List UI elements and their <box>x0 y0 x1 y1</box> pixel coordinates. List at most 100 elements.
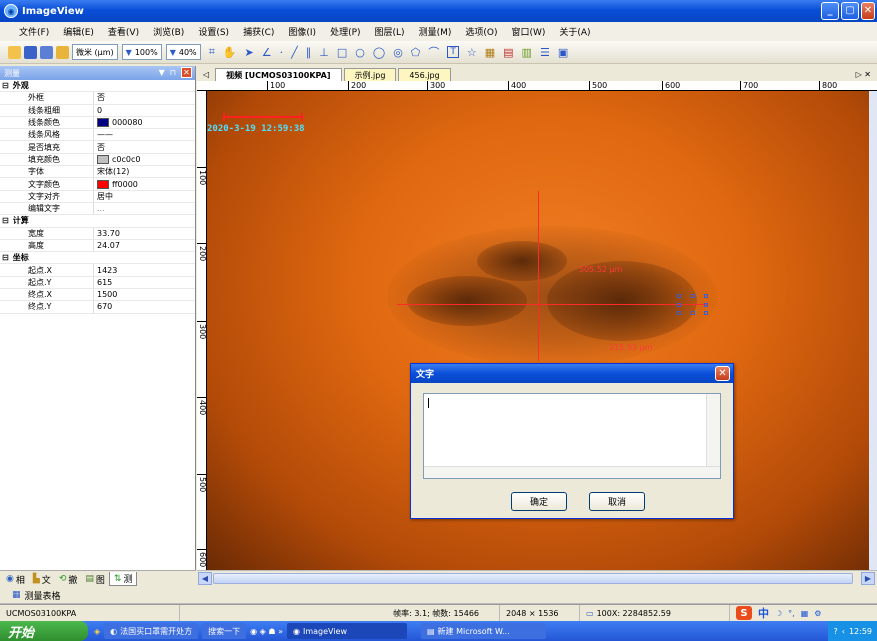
circle-icon[interactable]: ◯ <box>373 46 385 59</box>
menu-layer[interactable]: 图层(L) <box>368 25 412 38</box>
menu-image[interactable]: 图像(I) <box>281 25 323 38</box>
section-coordinates[interactable]: ⊟ 坐标 <box>0 252 195 265</box>
hand-icon[interactable]: ✋ <box>223 46 237 59</box>
property-row[interactable]: 宽度 33.70 <box>0 227 195 240</box>
menu-browse[interactable]: 浏览(B) <box>146 25 191 38</box>
selection-handle[interactable] <box>704 311 708 315</box>
section-calculation[interactable]: ⊟ 计算 <box>0 215 195 228</box>
vertical-scrollbar[interactable] <box>869 91 877 570</box>
textarea-horizontal-scrollbar[interactable] <box>424 466 720 478</box>
property-row[interactable]: 线条粗细 0 <box>0 104 195 117</box>
property-row[interactable]: 线条风格 —— <box>0 129 195 142</box>
quick-launch-icon[interactable]: ◈ <box>94 627 100 636</box>
zoom-select-2[interactable]: ▼ 40% <box>165 44 201 60</box>
selection-handle[interactable] <box>704 294 708 298</box>
zoom-select[interactable]: ▼ 100% <box>121 44 162 60</box>
polygon-icon[interactable]: ⬠ <box>411 46 421 59</box>
close-button[interactable]: ✕ <box>861 2 875 20</box>
collapse-icon[interactable]: ⊟ <box>2 81 9 90</box>
text-tool-icon[interactable]: T <box>447 46 459 58</box>
property-row[interactable]: 是否填充否 <box>0 141 195 154</box>
selection-handle[interactable] <box>691 311 695 315</box>
menu-view[interactable]: 查看(V) <box>101 25 146 38</box>
ime-settings-icon[interactable]: ⚙ <box>814 609 821 618</box>
calibration-icon[interactable]: ▤ <box>503 46 513 59</box>
text-input-area[interactable] <box>423 393 721 479</box>
panel-close-icon[interactable]: ✕ <box>181 67 192 78</box>
menu-options[interactable]: 选项(O) <box>458 25 504 38</box>
tab-scroll-right-icon[interactable]: ▷ ✕ <box>850 68 877 81</box>
tab-camera[interactable]: ◉ 相 <box>2 573 29 586</box>
property-row[interactable]: 终点.X 1500 <box>0 289 195 302</box>
section-appearance[interactable]: ⊟ 外观 <box>0 80 195 93</box>
tab-undo[interactable]: ⟲ 撤 <box>55 573 82 586</box>
rectangle-icon[interactable]: □ <box>337 46 347 59</box>
help-icon[interactable]: ? <box>833 627 837 636</box>
tray-expand-icon[interactable]: ‹ <box>842 627 845 636</box>
tab-layers[interactable]: ▤ 图 <box>81 573 109 586</box>
tab-files[interactable]: ▙ 文 <box>29 573 55 586</box>
menu-window[interactable]: 窗口(W) <box>504 25 552 38</box>
fit-window-icon[interactable]: ⌗ <box>209 45 215 59</box>
scrollbar-thumb[interactable] <box>213 573 853 584</box>
textarea-vertical-scrollbar[interactable] <box>706 394 720 466</box>
property-row[interactable]: 外框否 <box>0 92 195 105</box>
property-row[interactable]: 字体 宋体(12) <box>0 166 195 179</box>
export-icon[interactable]: ▥ <box>522 46 532 59</box>
dropdown-icon[interactable]: ▼ <box>159 68 165 77</box>
tab-456-jpg[interactable]: 456.jpg <box>398 68 451 81</box>
unit-select[interactable]: 微米 (μm) <box>72 44 118 60</box>
scroll-right-icon[interactable]: ▶ <box>861 572 875 585</box>
taskbar-item-imageview[interactable]: ◉ ImageView <box>286 623 407 639</box>
tab-sample-jpg[interactable]: 示例.jpg <box>343 68 397 81</box>
punctuation-icon[interactable]: °, <box>788 609 795 618</box>
tab-video[interactable]: 视频 [UCMOS03100KPA] <box>215 68 342 81</box>
menu-edit[interactable]: 编辑(E) <box>56 25 101 38</box>
start-button[interactable]: 开始 <box>0 621 88 641</box>
angle-icon[interactable]: ∠ <box>262 46 272 59</box>
folder-icon[interactable] <box>56 44 69 61</box>
property-row[interactable]: 编辑文字... <box>0 202 195 216</box>
taskbar-item[interactable]: 搜索一下 <box>202 623 247 639</box>
grid-icon[interactable]: ▦ <box>485 46 495 59</box>
tab-measure[interactable]: ⇅ 测 <box>108 572 138 586</box>
taskbar-item[interactable]: ▤ 新建 Microsoft W... <box>420 623 546 639</box>
parallel-lines-icon[interactable]: ∥ <box>306 46 312 59</box>
maximize-button[interactable]: ▢ <box>841 2 859 20</box>
property-row[interactable]: 文字对齐 居中 <box>0 190 195 203</box>
menu-about[interactable]: 关于(A) <box>552 25 597 38</box>
ok-button[interactable]: 确定 <box>511 492 567 511</box>
keyboard-icon[interactable]: ▦ <box>801 609 809 618</box>
cancel-button[interactable]: 取消 <box>589 492 645 511</box>
property-row[interactable]: 高度 24.07 <box>0 239 195 253</box>
arc-icon[interactable]: ⌒ <box>428 44 439 60</box>
property-row[interactable]: 终点.Y 670 <box>0 301 195 314</box>
menu-file[interactable]: 文件(F) <box>12 25 56 38</box>
selection-handle[interactable] <box>677 303 681 307</box>
point-icon[interactable]: · <box>280 46 284 59</box>
open-folder-icon[interactable] <box>8 44 21 61</box>
horizontal-scrollbar[interactable]: ◀ ▶ <box>197 570 877 585</box>
ellipse-icon[interactable]: ○ <box>355 46 365 59</box>
property-row[interactable]: 填充颜色 c0c0c0 <box>0 153 195 167</box>
collapse-icon[interactable]: ⊟ <box>2 216 9 225</box>
ime-language[interactable]: 中 <box>758 605 769 621</box>
settings-panel-icon[interactable]: ▣ <box>558 46 568 59</box>
property-row[interactable]: 文字颜色 ff0000 <box>0 178 195 191</box>
tab-scroll-left-icon[interactable]: ◁ <box>197 68 215 81</box>
scroll-left-icon[interactable]: ◀ <box>198 572 212 585</box>
property-row[interactable]: 起点.Y 615 <box>0 276 195 290</box>
collapse-icon[interactable]: ⊟ <box>2 253 9 262</box>
ime-toolbar[interactable]: S 中 ☽ °, ▦ ⚙ <box>730 605 821 621</box>
save-icon[interactable] <box>24 44 37 61</box>
table-icon[interactable]: ☰ <box>540 46 550 59</box>
selection-handle[interactable] <box>677 311 681 315</box>
property-row[interactable]: 线条颜色 000080 <box>0 116 195 130</box>
moon-icon[interactable]: ☽ <box>775 609 782 618</box>
perpendicular-icon[interactable]: ⊥ <box>319 46 329 59</box>
sogou-icon[interactable]: S <box>736 606 752 620</box>
star-icon[interactable]: ☆ <box>467 46 477 59</box>
save-as-icon[interactable] <box>40 44 53 61</box>
measurement-label[interactable]: 505.52 μm <box>579 265 622 274</box>
measurement-table-tab[interactable]: 测量表格 <box>25 589 61 602</box>
